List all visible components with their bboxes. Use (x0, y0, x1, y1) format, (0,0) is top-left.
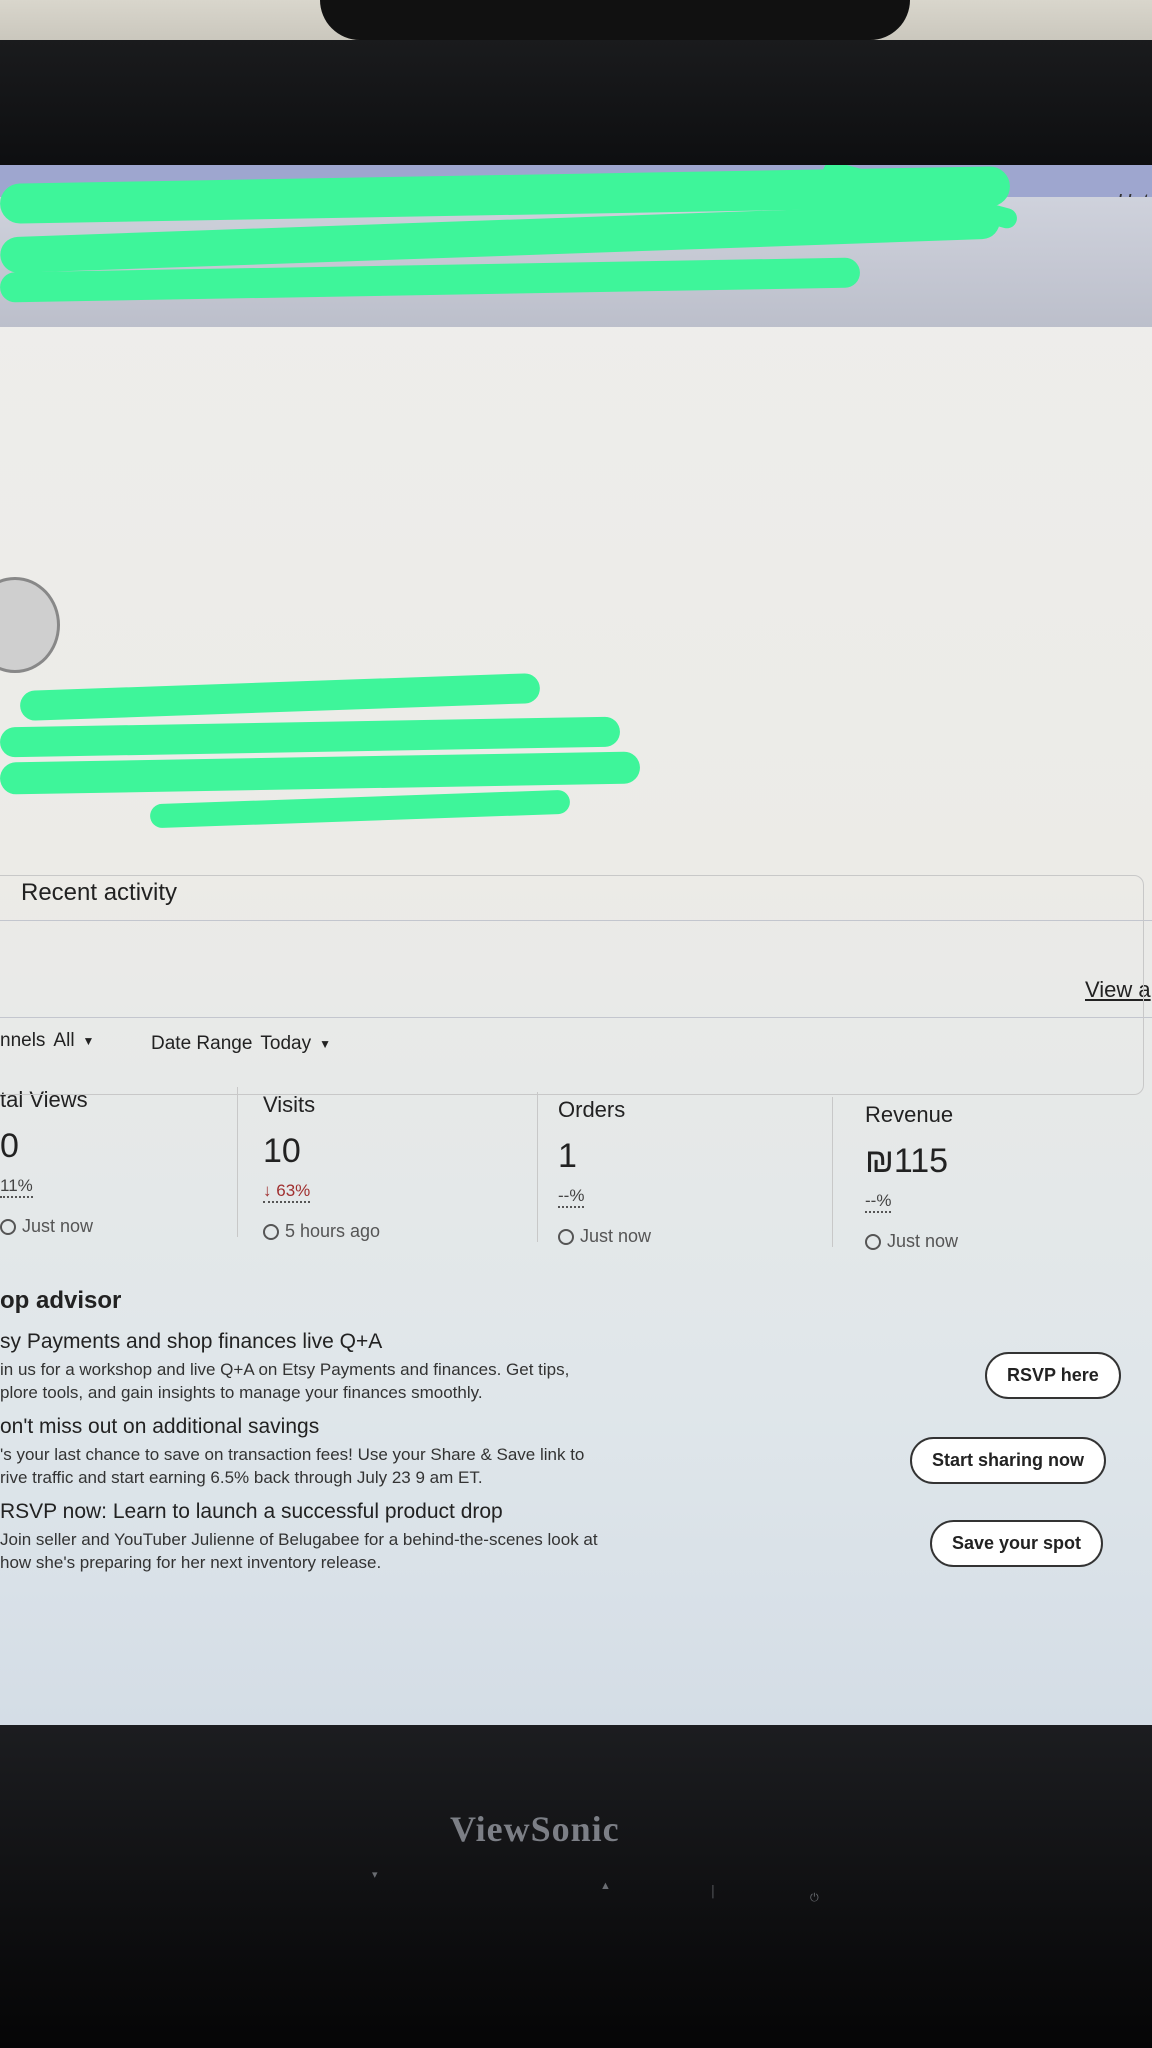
save-your-spot-button[interactable]: Save your spot (930, 1520, 1104, 1567)
stat-updated-text: Just now (22, 1216, 94, 1236)
webcam (320, 0, 910, 40)
arrow-down-icon: ↓ (263, 1181, 272, 1200)
advisor-item-body-line: plore tools, and gain insights to manage… (0, 1383, 483, 1402)
advisor-item: sy Payments and shop finances live Q+A i… (0, 1330, 700, 1404)
stat-label: Orders (558, 1097, 626, 1122)
stat-updated: 5 hours ago (263, 1221, 523, 1242)
power-icon[interactable]: ⏻ (810, 1892, 819, 1905)
redaction-mark (0, 716, 621, 758)
advisor-item: RSVP now: Learn to launch a successful p… (0, 1500, 700, 1574)
stat-separator (832, 1097, 833, 1247)
advisor-item-title: sy Payments and shop finances live Q+A (0, 1330, 383, 1353)
clock-icon (558, 1228, 574, 1245)
stat-change-text: 63% (276, 1181, 311, 1200)
clock-icon (263, 1223, 279, 1240)
stat-updated: Just now (558, 1226, 818, 1247)
stat-change: --% (865, 1191, 892, 1213)
advisor-item-title: on't miss out on additional savings (0, 1415, 320, 1438)
monitor-bezel-bottom (0, 1725, 1152, 2048)
advisor-item-body-line: how she's preparing for her next invento… (0, 1553, 382, 1572)
stat-updated: Just now (865, 1231, 1125, 1252)
stat-change: 11% (0, 1176, 33, 1198)
monitor-brand-logo: ViewSonic (450, 1809, 620, 1849)
advisor-item-body-line: 's your last chance to save on transacti… (0, 1445, 585, 1464)
stat-label: Revenue (865, 1102, 954, 1127)
shop-avatar[interactable] (0, 577, 60, 673)
advisor-item-body: Join seller and YouTuber Julienne of Bel… (0, 1528, 700, 1574)
redaction-mark (0, 751, 641, 795)
stat-updated-text: 5 hours ago (285, 1221, 381, 1241)
start-sharing-button[interactable]: Start sharing now (910, 1437, 1107, 1484)
advisor-item-body-line: in us for a workshop and live Q+A on Ets… (0, 1360, 570, 1379)
stat-total-views[interactable]: tal Views 0 11% Just now (0, 1087, 260, 1237)
monitor-button-icon[interactable]: ▾ (372, 1868, 378, 1881)
advisor-item-title: RSVP now: Learn to launch a successful p… (0, 1500, 503, 1523)
stat-change: ↓ 63% (263, 1181, 311, 1203)
monitor-button-icon[interactable]: │ (710, 1886, 717, 1898)
advisor-item: on't miss out on additional savings 's y… (0, 1415, 700, 1489)
stat-revenue[interactable]: Revenue ₪115 --% Just now (865, 1102, 1125, 1252)
stat-separator (537, 1092, 538, 1242)
clock-icon (865, 1233, 881, 1250)
advisor-item-body: 's your last chance to save on transacti… (0, 1443, 700, 1489)
monitor-button-icon[interactable]: ▲ (600, 1880, 611, 1892)
monitor-bezel-top (0, 40, 1152, 170)
stat-updated-text: Just now (580, 1226, 652, 1246)
stat-orders[interactable]: Orders 1 --% Just now (558, 1097, 818, 1247)
stat-separator (237, 1087, 238, 1237)
rsvp-here-button[interactable]: RSVP here (985, 1352, 1121, 1399)
stat-value: 10 (263, 1132, 301, 1170)
shop-advisor-title: op advisor (0, 1287, 122, 1314)
stat-value: ₪115 (865, 1142, 949, 1180)
stat-value: 1 (558, 1137, 577, 1175)
stat-updated: Just now (0, 1216, 260, 1237)
advisor-item-body: in us for a workshop and live Q+A on Ets… (0, 1358, 700, 1404)
redaction-mark (149, 789, 571, 829)
stats-card-outline (0, 875, 1144, 1095)
redaction-mark (19, 672, 541, 722)
monitor-screen: Unt Recent activity View a nnels All ▼ D… (0, 165, 1152, 1725)
advisor-item-body-line: rive traffic and start earning 6.5% back… (0, 1468, 483, 1487)
stat-label: Visits (263, 1092, 316, 1117)
stat-visits[interactable]: Visits 10 ↓ 63% 5 hours ago (263, 1092, 523, 1242)
stat-change: --% (558, 1186, 585, 1208)
advisor-item-body-line: Join seller and YouTuber Julienne of Bel… (0, 1530, 598, 1549)
stat-value: 0 (0, 1127, 19, 1165)
clock-icon (0, 1218, 16, 1235)
stat-updated-text: Just now (887, 1231, 959, 1251)
